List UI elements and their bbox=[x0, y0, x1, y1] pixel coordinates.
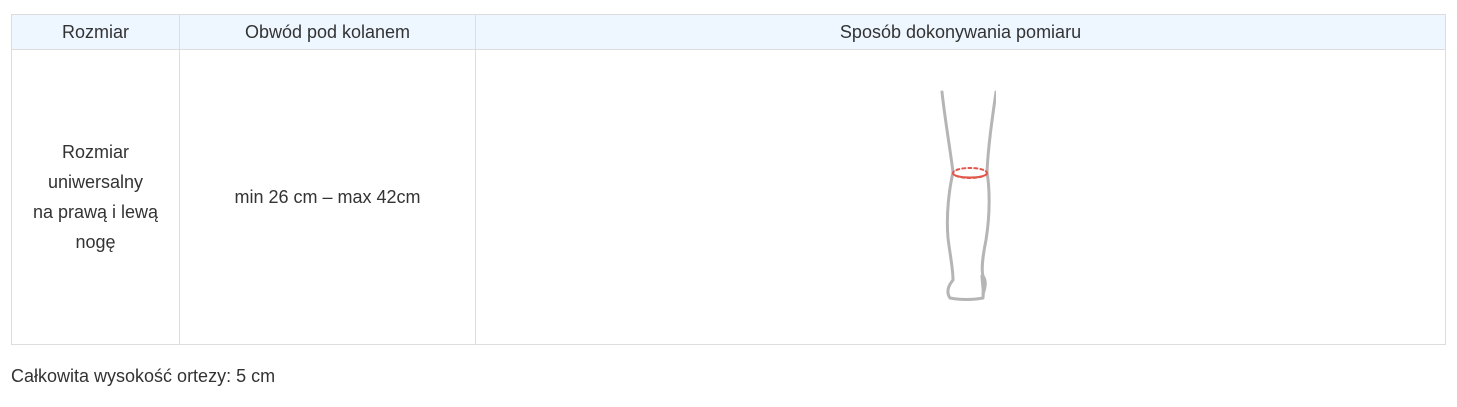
size-line: uniwersalny bbox=[47, 172, 144, 192]
size-table: Rozmiar Obwód pod kolanem Sposób dokonyw… bbox=[11, 14, 1446, 345]
size-line: nogę bbox=[75, 232, 116, 252]
header-measurement-method: Sposób dokonywania pomiaru bbox=[475, 14, 1446, 50]
header-size: Rozmiar bbox=[11, 14, 180, 50]
leg-outline-left bbox=[940, 90, 985, 301]
measurement-band-front bbox=[951, 171, 988, 178]
table-row: Rozmiar uniwersalny na prawą i lewą nogę… bbox=[11, 49, 1446, 345]
size-line: Rozmiar bbox=[61, 142, 129, 162]
circumference-cell: min 26 cm – max 42cm bbox=[179, 49, 476, 345]
size-line: na prawą i lewą bbox=[32, 202, 159, 222]
leg-measurement-icon bbox=[940, 90, 996, 301]
leg-outline-right bbox=[980, 90, 996, 295]
orthosis-height-note: Całkowita wysokość ortezy: 5 cm bbox=[11, 366, 276, 386]
measurement-method-cell bbox=[475, 49, 1446, 345]
header-circumference: Obwód pod kolanem bbox=[179, 14, 476, 50]
size-cell: Rozmiar uniwersalny na prawą i lewą nogę bbox=[11, 49, 180, 345]
table-header: Rozmiar Obwód pod kolanem Sposób dokonyw… bbox=[11, 14, 1446, 50]
table-header-row: Rozmiar Obwód pod kolanem Sposób dokonyw… bbox=[11, 14, 1446, 50]
